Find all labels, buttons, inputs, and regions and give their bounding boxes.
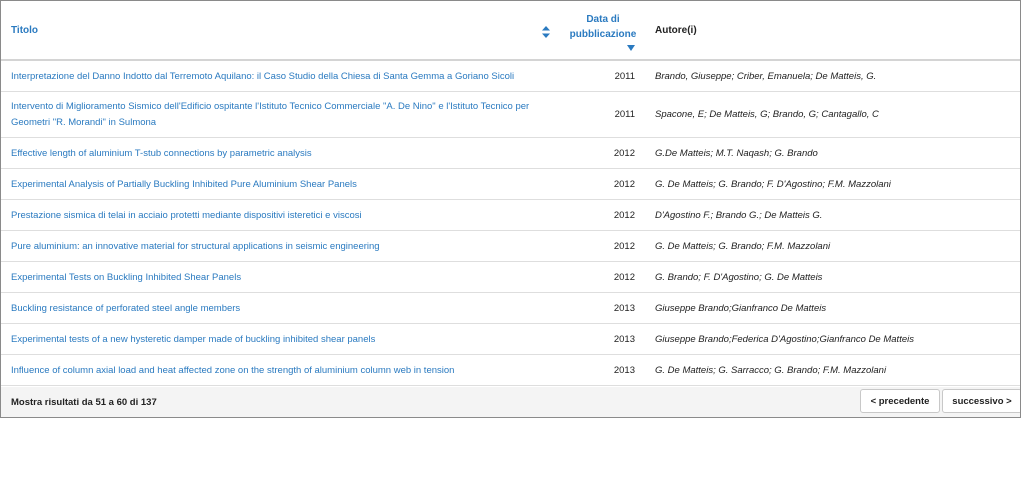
row-year: 2013 xyxy=(613,334,635,345)
row-year: 2011 xyxy=(614,71,635,82)
sort-both-icon[interactable] xyxy=(541,25,551,39)
row-year: 2012 xyxy=(613,210,635,221)
row-year: 2012 xyxy=(613,272,635,283)
row-title-link[interactable]: Buckling resistance of perforated steel … xyxy=(11,301,551,317)
results-count: Mostra risultati da 51 a 60 di 137 xyxy=(11,397,157,408)
row-title-link[interactable]: Pure aluminium: an innovative material f… xyxy=(11,239,551,255)
row-year: 2012 xyxy=(613,148,635,159)
row-authors: G. Brando; F. D'Agostino; G. De Matteis xyxy=(655,272,823,283)
next-page-button[interactable]: successivo > xyxy=(942,389,1020,413)
column-header-title[interactable]: Titolo xyxy=(11,25,38,36)
row-authors: G.De Matteis; M.T. Naqash; G. Brando xyxy=(655,148,818,159)
table-row: Buckling resistance of perforated steel … xyxy=(1,293,1020,324)
row-title-link[interactable]: Effective length of aluminium T-stub con… xyxy=(11,146,551,162)
row-title-link[interactable]: Prestazione sismica di telai in acciaio … xyxy=(11,208,551,224)
table-row: Effective length of aluminium T-stub con… xyxy=(1,138,1020,169)
table-row: Experimental tests of a new hysteretic d… xyxy=(1,324,1020,355)
table-row: Influence of column axial load and heat … xyxy=(1,355,1020,386)
table-row: Pure aluminium: an innovative material f… xyxy=(1,231,1020,262)
table-body: Interpretazione del Danno Indotto dal Te… xyxy=(1,61,1020,386)
row-authors: G. De Matteis; G. Brando; F.M. Mazzolani xyxy=(655,241,831,252)
row-authors: G. De Matteis; G. Brando; F. D'Agostino;… xyxy=(655,179,891,190)
row-title-link[interactable]: Intervento di Miglioramento Sismico dell… xyxy=(11,99,551,131)
row-authors: D'Agostino F.; Brando G.; De Matteis G. xyxy=(655,210,823,221)
row-title-link[interactable]: Experimental Tests on Buckling Inhibited… xyxy=(11,270,551,286)
row-authors: Spacone, E; De Matteis, G; Brando, G; Ca… xyxy=(655,109,879,120)
column-header-date[interactable]: Data di pubblicazione xyxy=(567,12,639,42)
row-title-link[interactable]: Experimental Analysis of Partially Buckl… xyxy=(11,177,551,193)
row-year: 2011 xyxy=(614,109,635,120)
table-row: Intervento di Miglioramento Sismico dell… xyxy=(1,92,1020,138)
row-title-link[interactable]: Influence of column axial load and heat … xyxy=(11,363,551,379)
row-year: 2012 xyxy=(613,179,635,190)
row-authors: Brando, Giuseppe; Criber, Emanuela; De M… xyxy=(655,71,877,82)
row-title-link[interactable]: Experimental tests of a new hysteretic d… xyxy=(11,332,551,348)
table-row: Interpretazione del Danno Indotto dal Te… xyxy=(1,61,1020,92)
row-authors: Giuseppe Brando;Gianfranco De Matteis xyxy=(655,303,827,314)
previous-page-button[interactable]: < precedente xyxy=(860,389,940,413)
row-authors: Giuseppe Brando;Federica D'Agostino;Gian… xyxy=(655,334,914,345)
table-row: Experimental Analysis of Partially Buckl… xyxy=(1,169,1020,200)
row-year: 2013 xyxy=(613,365,635,376)
pagination-footer: Mostra risultati da 51 a 60 di 137 < pre… xyxy=(1,387,1020,417)
results-panel: Titolo Data di pubblicazione Autore(i) I… xyxy=(0,0,1021,418)
column-header-authors: Autore(i) xyxy=(655,25,697,36)
row-authors: G. De Matteis; G. Sarracco; G. Brando; F… xyxy=(655,365,887,376)
row-title-link[interactable]: Interpretazione del Danno Indotto dal Te… xyxy=(11,69,551,85)
column-header-date-line2: pubblicazione xyxy=(569,29,637,40)
column-header-date-line1: Data di xyxy=(586,14,620,25)
table-header: Titolo Data di pubblicazione Autore(i) xyxy=(1,1,1020,61)
table-row: Experimental Tests on Buckling Inhibited… xyxy=(1,262,1020,293)
sort-descending-icon[interactable] xyxy=(627,45,635,51)
table-row: Prestazione sismica di telai in acciaio … xyxy=(1,200,1020,231)
row-year: 2012 xyxy=(613,241,635,252)
row-year: 2013 xyxy=(613,303,635,314)
